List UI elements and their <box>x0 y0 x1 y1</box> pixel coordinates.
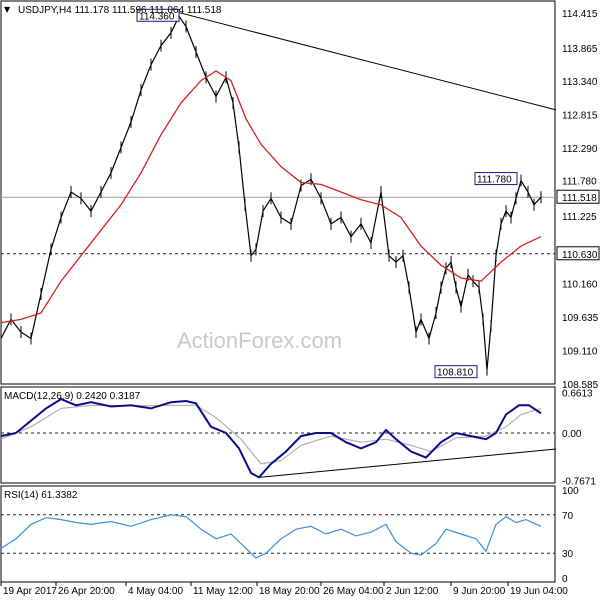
macd-axis-label: 0.6613 <box>562 388 593 399</box>
price-axis-label: 111.518 <box>562 193 597 204</box>
price-axis-label: 114.415 <box>562 9 598 20</box>
price-axis-label: 110.160 <box>562 280 598 291</box>
price-header: USDJPY,H4 111.178 111.596 111.064 111.51… <box>18 5 222 16</box>
x-axis-label: 11 May 12:00 <box>193 586 253 597</box>
macd-axis-label: 0.00 <box>562 429 582 440</box>
rsi-axis-label: 70 <box>562 511 574 522</box>
rsi-axis-label: 30 <box>562 549 574 560</box>
x-axis-label: 26 Apr 20:00 <box>58 586 115 597</box>
price-layer: 114.360111.780108.810 <box>0 8 557 379</box>
price-trendline <box>175 11 557 111</box>
x-axis-label: 19 Jun 04:00 <box>510 586 568 597</box>
price-axis-label: 109.635 <box>562 313 599 324</box>
rsi-panel-frame <box>0 485 556 583</box>
macd-trendline <box>258 448 557 478</box>
rsi-axis-label: 100 <box>562 486 579 497</box>
chart-canvas: ActionForex.com 114.360111.780108.810 11… <box>0 0 600 597</box>
price-axis-label: 109.110 <box>562 347 598 358</box>
price-axis-label: 111.780 <box>562 177 597 188</box>
x-axis-label: 9 Jun 20:00 <box>453 586 506 597</box>
watermark: ActionForex.com <box>177 328 342 353</box>
rsi-line <box>0 514 542 559</box>
x-axis-label: 2 Jun 12:00 <box>386 586 439 597</box>
header-arrow-icon: ▼ <box>4 5 11 14</box>
macd-header: MACD(12,26,9) 0.2420 0.3187 <box>4 391 141 402</box>
price-panel-frame <box>0 0 556 385</box>
price-axis-label: 113.340 <box>562 77 598 88</box>
x-axis-label: 26 May 04:00 <box>323 586 384 597</box>
rsi-axis-label: 0 <box>562 574 568 585</box>
price-axis-label: 112.290 <box>562 144 598 155</box>
x-axis-label: 18 May 20:00 <box>259 586 320 597</box>
rsi-layer <box>0 514 555 559</box>
macd-layer <box>0 397 557 479</box>
price-callout-label: 108.810 <box>437 368 474 379</box>
price-axis-label: 112.815 <box>562 111 598 122</box>
axis-layer: 114.415 113.865 113.340 112.815 112.290 111.7… <box>0 9 600 597</box>
price-axis-label: 111.225 <box>562 212 597 223</box>
rsi-header: RSI(14) 61.3382 <box>4 490 78 501</box>
price-axis-label: 110.630 <box>562 250 598 261</box>
x-axis-label: 4 May 04:00 <box>128 586 183 597</box>
price-callout-label: 111.780 <box>477 175 512 186</box>
price-axis-label: 113.865 <box>562 44 598 55</box>
x-axis-label: 19 Apr 2017 <box>3 586 57 597</box>
